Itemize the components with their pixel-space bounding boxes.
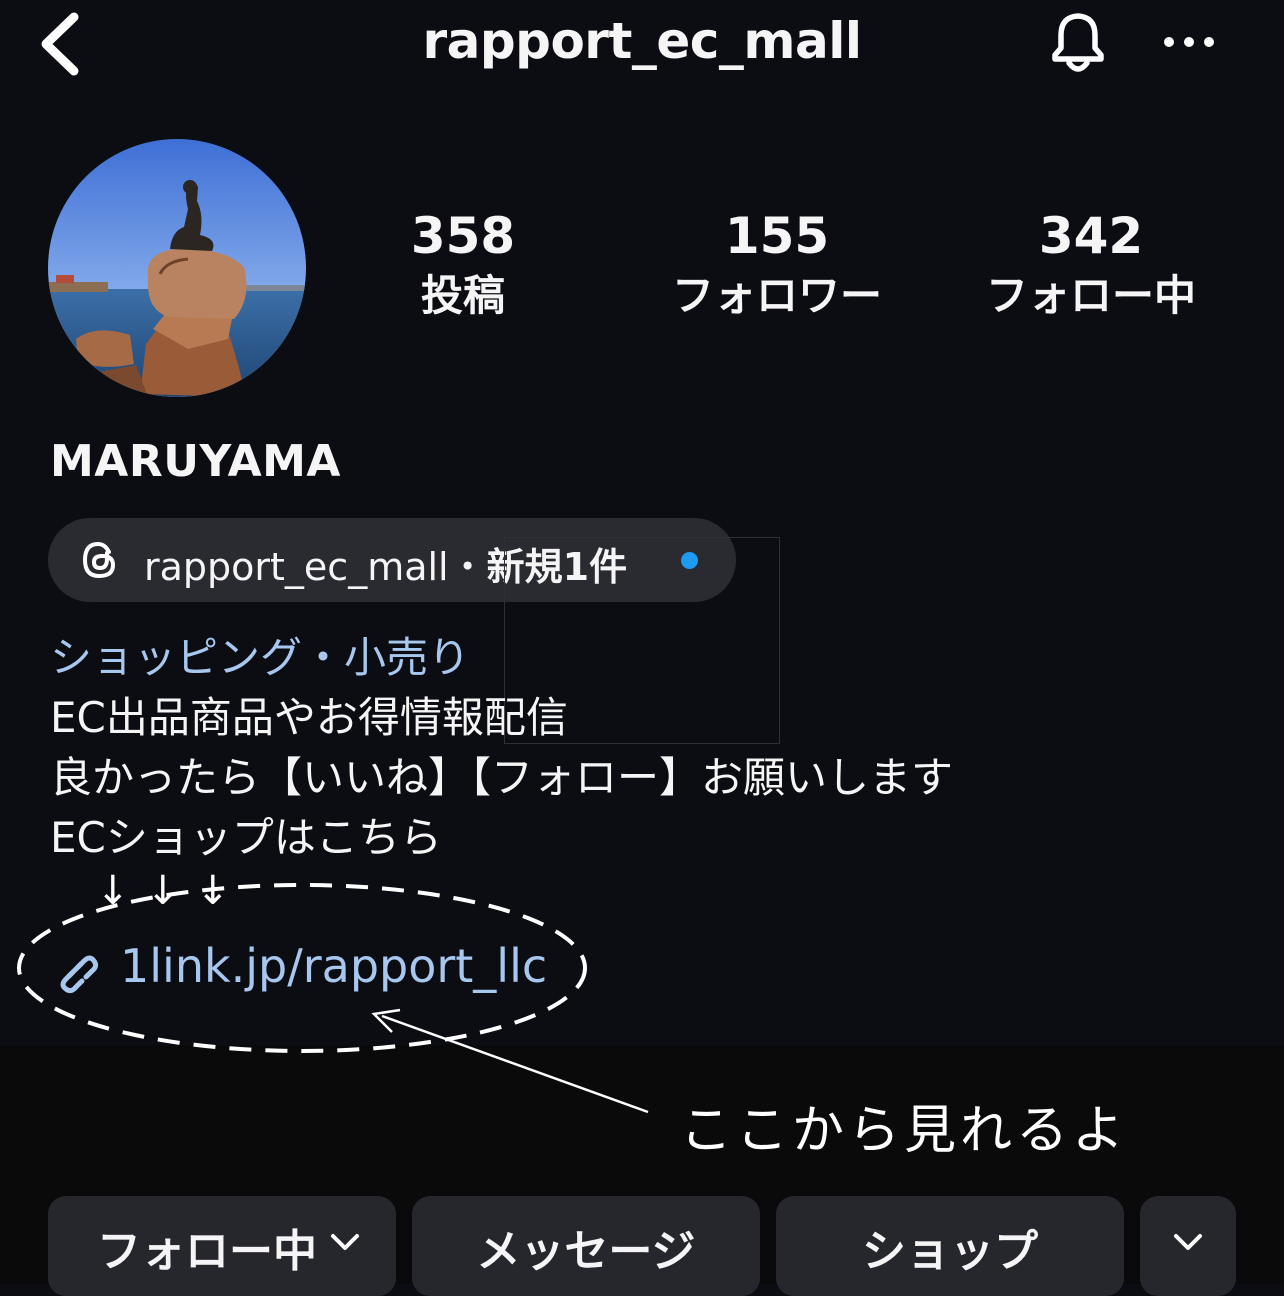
down-arrow-annotation: ↓ [96,868,130,914]
stat-posts[interactable]: 358 投稿 [333,205,593,325]
chevron-down-icon [1174,1234,1202,1250]
profile-photo [48,139,306,397]
threads-separator: ・ [448,545,487,589]
posts-count: 358 [410,207,516,265]
stat-following[interactable]: 342 フォロー中 [961,205,1221,325]
notification-button[interactable] [1043,5,1113,77]
display-name: MARUYAMA [50,436,341,487]
following-count: 342 [1038,207,1144,265]
shop-button-label: ショップ [862,1226,1038,1277]
bio-line: ECショップはこちら [50,813,442,862]
followers-label: フォロワー [671,271,882,320]
more-options-button[interactable] [1157,22,1221,62]
posts-label: 投稿 [420,271,505,320]
more-horizontal-icon [1164,37,1214,47]
down-arrow-annotation: ↓ [146,868,180,914]
threads-icon [82,541,116,579]
following-button[interactable]: フォロー中 [48,1196,396,1296]
message-button[interactable]: メッセージ [412,1196,760,1296]
down-arrow-annotation: ↓ [196,868,230,914]
annotation-text: ここから見れるよ [680,1101,1129,1161]
followers-count: 155 [724,207,830,265]
bell-icon [1052,13,1104,72]
stat-followers[interactable]: 155 フォロワー [647,205,907,325]
threads-handle: rapport_ec_mall [144,545,449,589]
link-icon [60,955,99,994]
link-text: 1link.jp/rapport_llc [120,939,548,993]
chevron-down-icon [331,1234,359,1250]
bio-category[interactable]: ショッピング・小売り [50,624,470,685]
bio-line: EC出品商品やお得情報配信 [50,693,568,742]
suggested-accounts-button[interactable] [1140,1196,1236,1296]
avatar[interactable] [48,139,306,397]
message-button-label: メッセージ [476,1226,696,1277]
bio-line: 良かったら【いいね】【フォロー】お願いします [50,753,954,802]
shop-button[interactable]: ショップ [776,1196,1124,1296]
following-label: フォロー中 [985,271,1196,320]
